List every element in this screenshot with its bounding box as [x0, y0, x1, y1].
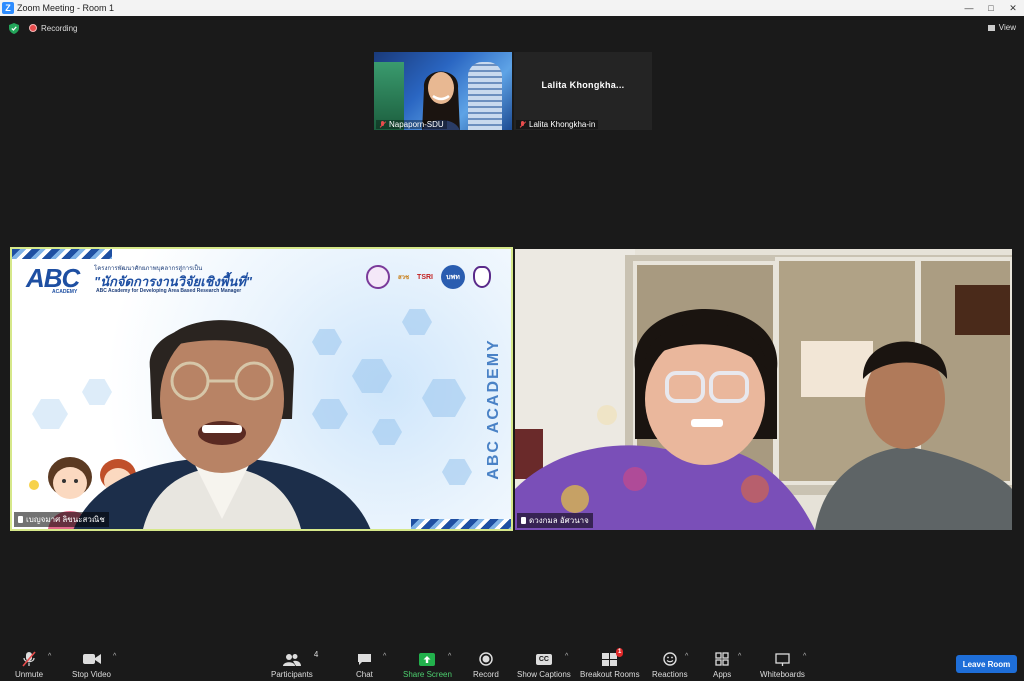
recording-dot-icon: [29, 24, 37, 32]
apps-button[interactable]: Apps: [713, 651, 731, 679]
record-button[interactable]: Record: [473, 651, 499, 679]
show-captions-label: Show Captions: [517, 670, 571, 679]
zoom-logo-icon: Z: [2, 2, 14, 14]
whiteboard-icon: [775, 652, 790, 666]
share-options-caret[interactable]: ^: [448, 653, 451, 660]
record-icon: [479, 652, 493, 666]
video-name-tag: เบญจมาศ ลิขนะสวณิช: [14, 512, 109, 527]
participant-display-name: Lalita Khongkha...: [541, 80, 625, 90]
participants-label: Participants: [271, 670, 313, 679]
video-tile-active-speaker[interactable]: ABC ACADEMY โครงการพัฒนาศักยภาพบุคลากรสู…: [10, 247, 513, 531]
participant-video-feed: [515, 249, 1012, 530]
whiteboards-label: Whiteboards: [760, 670, 805, 679]
pin-icon: [18, 516, 23, 523]
captions-cc-icon: CC: [535, 653, 552, 665]
breakout-rooms-icon: [602, 652, 618, 666]
meeting-status-bar: Recording View: [0, 16, 1024, 40]
vertical-banner-text: ABC ACADEMY: [485, 338, 502, 480]
university-seal-icon: [365, 265, 390, 289]
record-label: Record: [473, 670, 499, 679]
partner-logo: TSRI: [417, 273, 433, 281]
background-building-right: [468, 62, 502, 130]
unmute-button[interactable]: Unmute: [15, 651, 43, 679]
leave-room-button[interactable]: Leave Room: [956, 655, 1017, 673]
breakout-rooms-button[interactable]: 1 Breakout Rooms: [580, 648, 640, 679]
share-screen-label: Share Screen: [403, 670, 452, 679]
whiteboards-options-caret[interactable]: ^: [803, 653, 806, 660]
captions-options-caret[interactable]: ^: [565, 653, 568, 660]
unmute-label: Unmute: [15, 670, 44, 679]
stop-video-label: Stop Video: [72, 670, 111, 679]
video-camera-icon: [82, 654, 101, 664]
partner-logo: บพท: [441, 265, 465, 289]
apps-options-caret[interactable]: ^: [738, 653, 741, 660]
partner-logo: สวช: [397, 275, 410, 281]
chat-bubble-icon: [357, 653, 371, 665]
meeting-toolbar: Unmute ^ Stop Video ^ 4 Participants Cha…: [0, 645, 1024, 681]
window-controls: — □ ✕: [958, 3, 1024, 14]
show-captions-button[interactable]: CC Show Captions: [517, 651, 571, 679]
video-tile-participant[interactable]: ดวงกมล อัศวนาจ: [515, 249, 1012, 530]
participant-name: ดวงกมล อัศวนาจ: [529, 516, 589, 525]
reactions-smiley-icon: [663, 652, 677, 666]
banner-stripe: [411, 519, 511, 529]
thumbnail-video-lalita[interactable]: Lalita Khongkha... Lalita Khongkha-in: [514, 52, 652, 130]
window-titlebar: Z Zoom Meeting - Room 1 — □ ✕: [0, 0, 1024, 16]
thumbnail-name-tag: Lalita Khongkha-in: [516, 120, 599, 129]
security-shield-icon[interactable]: [9, 22, 19, 34]
partner-logos: สวช TSRI บพท: [365, 265, 491, 289]
view-label: View: [998, 23, 1016, 32]
university-crest-icon: [473, 266, 491, 288]
reactions-button[interactable]: Reactions: [652, 651, 688, 679]
reactions-options-caret[interactable]: ^: [685, 653, 688, 660]
participant-name: Lalita Khongkha-in: [529, 120, 596, 129]
maximize-button[interactable]: □: [980, 3, 1002, 14]
stop-video-button[interactable]: Stop Video: [72, 651, 111, 679]
thumbnail-name-tag: Napaporn-SDU: [376, 120, 447, 129]
chat-button[interactable]: Chat: [356, 651, 373, 679]
participant-name: เบญจมาศ ลิขนะสวณิช: [26, 515, 105, 524]
participant-count: 4: [313, 650, 319, 659]
audio-options-caret[interactable]: ^: [48, 653, 51, 660]
chat-label: Chat: [356, 670, 373, 679]
view-grid-icon: [987, 24, 995, 31]
recording-indicator[interactable]: Recording: [29, 24, 77, 33]
mic-off-icon: [22, 651, 36, 667]
apps-label: Apps: [713, 670, 732, 679]
reactions-label: Reactions: [652, 670, 688, 679]
share-screen-icon: [419, 652, 436, 666]
breakout-rooms-badge: 1: [615, 648, 624, 657]
chat-options-caret[interactable]: ^: [383, 653, 386, 660]
minimize-button[interactable]: —: [958, 3, 980, 14]
participants-button[interactable]: 4 Participants: [271, 650, 318, 679]
video-name-tag: ดวงกมล อัศวนาจ: [517, 513, 593, 528]
pin-icon: [521, 517, 526, 524]
participants-icon: [282, 653, 301, 666]
recording-label: Recording: [41, 23, 78, 33]
participant-name: Napaporn-SDU: [389, 120, 444, 129]
mic-muted-icon: [379, 120, 386, 129]
speaker-video-feed: [73, 320, 371, 529]
apps-icon: [715, 652, 729, 666]
thumbnail-video-napaporn[interactable]: Napaporn-SDU: [374, 52, 512, 130]
share-screen-button[interactable]: Share Screen: [403, 651, 452, 679]
breakout-rooms-label: Breakout Rooms: [580, 670, 640, 679]
banner-stripe: [12, 249, 112, 259]
view-button[interactable]: View: [987, 23, 1016, 32]
whiteboards-button[interactable]: Whiteboards: [760, 651, 805, 679]
window-title: Zoom Meeting - Room 1: [17, 3, 115, 13]
mic-muted-icon: [519, 120, 526, 129]
close-button[interactable]: ✕: [1002, 3, 1024, 14]
video-options-caret[interactable]: ^: [113, 653, 116, 660]
